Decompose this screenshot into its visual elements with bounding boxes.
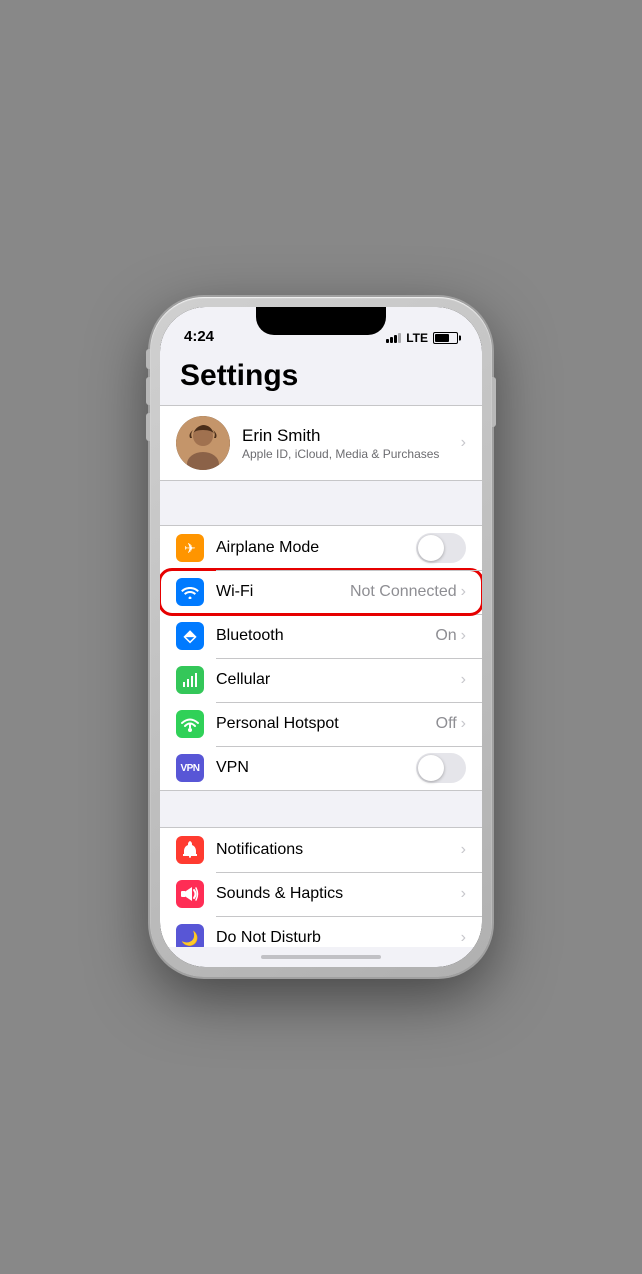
section-gap-1 — [160, 489, 482, 525]
airplane-mode-icon: ✈ — [176, 534, 204, 562]
sounds-icon — [176, 880, 204, 908]
status-time: 4:24 — [184, 328, 214, 345]
vpn-row[interactable]: VPN VPN — [160, 746, 482, 790]
sounds-row[interactable]: Sounds & Haptics › — [160, 872, 482, 916]
vpn-toggle[interactable] — [416, 753, 466, 783]
vpn-icon: VPN — [176, 754, 204, 782]
page-title: Settings — [160, 351, 482, 405]
silent-switch[interactable] — [146, 349, 150, 369]
home-bar — [261, 955, 381, 959]
hotspot-status: Off — [436, 715, 457, 733]
cellular-row[interactable]: Cellular › — [160, 658, 482, 702]
wifi-icon — [176, 578, 204, 606]
phone-frame: 4:24 LTE Settings — [150, 297, 492, 977]
personal-hotspot-row[interactable]: Personal Hotspot Off › — [160, 702, 482, 746]
notifications-group: Notifications › — [160, 827, 482, 947]
status-bar: 4:24 LTE — [160, 307, 482, 351]
notifications-label: Notifications — [216, 841, 461, 859]
sounds-label: Sounds & Haptics — [216, 885, 461, 903]
hotspot-label: Personal Hotspot — [216, 715, 436, 733]
section-gap-2 — [160, 791, 482, 827]
lte-indicator: LTE — [406, 331, 428, 345]
connectivity-group: ✈ Airplane Mode — [160, 525, 482, 791]
wifi-label: Wi-Fi — [216, 583, 350, 601]
screen-content: 4:24 LTE Settings — [160, 307, 482, 967]
airplane-mode-label: Airplane Mode — [216, 539, 416, 557]
power-button[interactable] — [492, 377, 496, 427]
avatar — [176, 416, 230, 470]
home-indicator[interactable] — [160, 947, 482, 967]
phone-screen: 4:24 LTE Settings — [160, 307, 482, 967]
battery-indicator — [433, 332, 458, 344]
hotspot-icon — [176, 710, 204, 738]
sounds-chevron: › — [461, 885, 466, 903]
settings-content[interactable]: Settings — [160, 351, 482, 947]
cellular-label: Cellular — [216, 671, 461, 689]
wifi-status: Not Connected — [350, 583, 457, 601]
profile-section: Erin Smith Apple ID, iCloud, Media & Pur… — [160, 405, 482, 481]
do-not-disturb-label: Do Not Disturb — [216, 929, 461, 947]
profile-info: Erin Smith Apple ID, iCloud, Media & Pur… — [242, 426, 449, 461]
do-not-disturb-chevron: › — [461, 929, 466, 947]
hotspot-chevron: › — [461, 715, 466, 733]
notifications-row[interactable]: Notifications › — [160, 828, 482, 872]
do-not-disturb-icon: 🌙 — [176, 924, 204, 947]
bluetooth-status: On — [435, 627, 456, 645]
wifi-chevron: › — [461, 583, 466, 601]
bluetooth-label: Bluetooth — [216, 627, 435, 645]
status-icons: LTE — [386, 331, 458, 345]
bluetooth-icon: ⬘ — [176, 622, 204, 650]
notch — [256, 307, 386, 335]
profile-name: Erin Smith — [242, 426, 449, 446]
cellular-chevron: › — [461, 671, 466, 689]
airplane-mode-row[interactable]: ✈ Airplane Mode — [160, 526, 482, 570]
do-not-disturb-row[interactable]: 🌙 Do Not Disturb › — [160, 916, 482, 947]
bluetooth-chevron: › — [461, 627, 466, 645]
airplane-mode-toggle[interactable] — [416, 533, 466, 563]
volume-down-button[interactable] — [146, 413, 150, 441]
profile-row[interactable]: Erin Smith Apple ID, iCloud, Media & Pur… — [160, 406, 482, 480]
vpn-label: VPN — [216, 759, 416, 777]
signal-strength — [386, 333, 401, 343]
profile-chevron: › — [461, 434, 466, 452]
notifications-chevron: › — [461, 841, 466, 859]
notifications-icon — [176, 836, 204, 864]
wifi-row[interactable]: Wi-Fi Not Connected › — [160, 570, 482, 614]
profile-subtitle: Apple ID, iCloud, Media & Purchases — [242, 447, 449, 461]
volume-up-button[interactable] — [146, 377, 150, 405]
cellular-icon — [176, 666, 204, 694]
bluetooth-row[interactable]: ⬘ Bluetooth On › — [160, 614, 482, 658]
